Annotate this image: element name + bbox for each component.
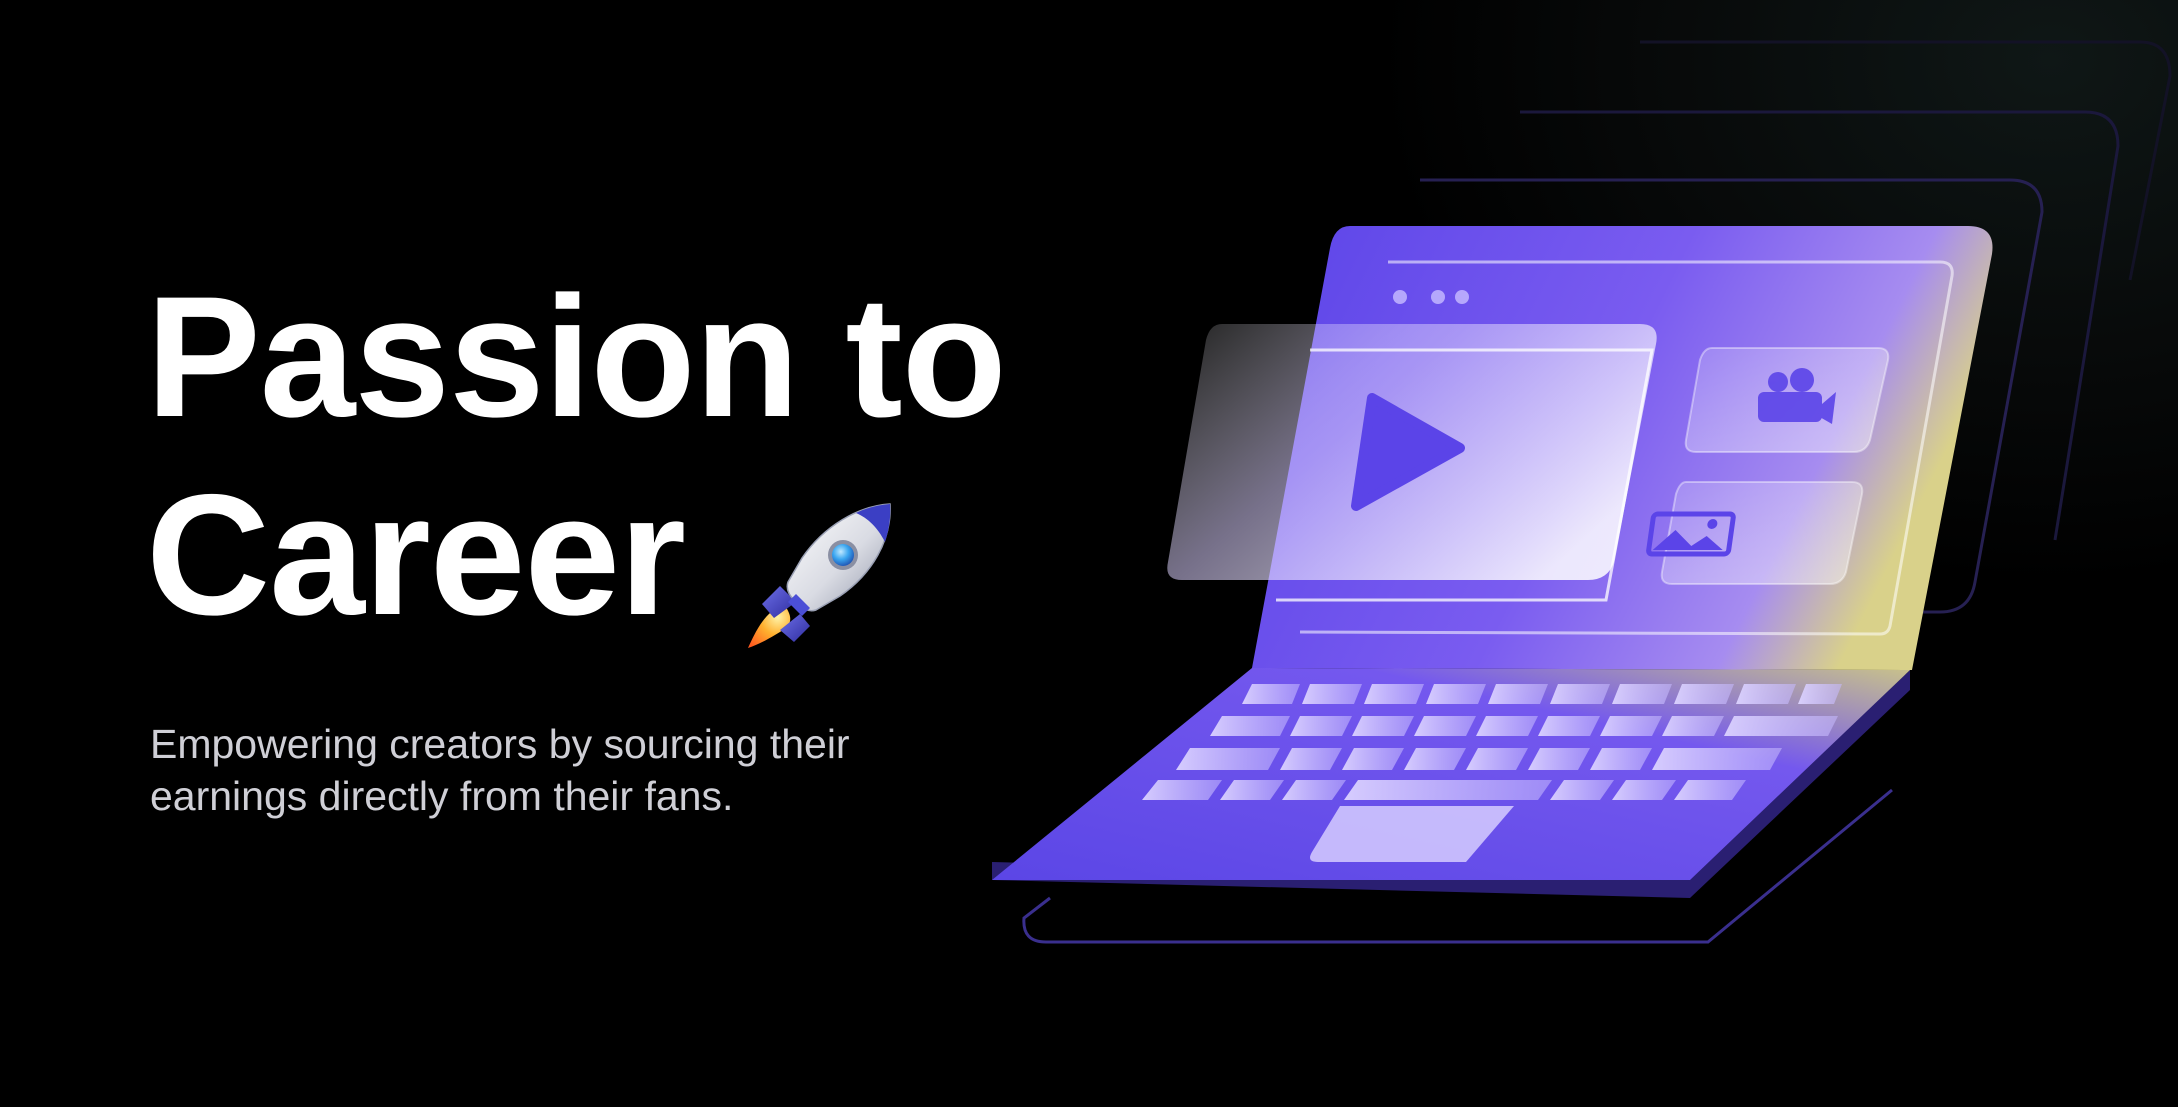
title-line-1: Passion to <box>146 261 1007 453</box>
hero-banner: Passion to Career Empowering creators by… <box>0 0 2178 1107</box>
laptop-illustration <box>992 40 2172 944</box>
image-card <box>1660 481 1864 585</box>
hero-subtitle: Empowering creators by sourcing their ea… <box>150 718 1010 822</box>
subtitle-line-2: earnings directly from their fans. <box>150 773 734 819</box>
rocket-icon <box>740 498 900 658</box>
subtitle-line-1: Empowering creators by sourcing their <box>150 721 850 767</box>
